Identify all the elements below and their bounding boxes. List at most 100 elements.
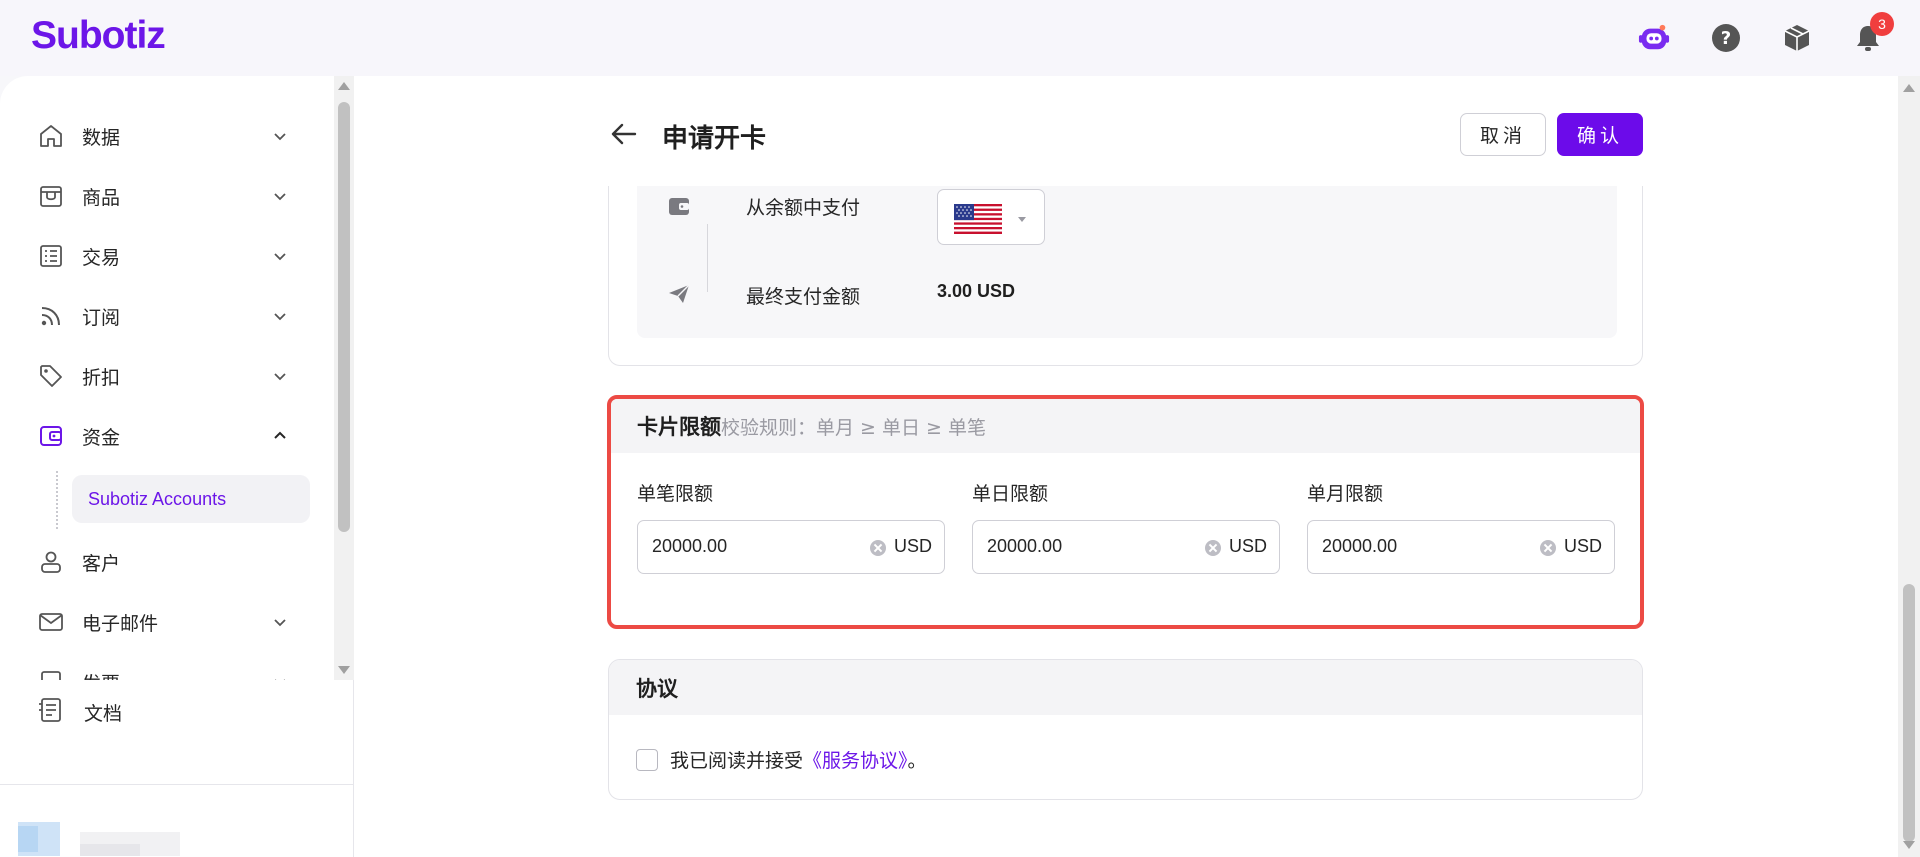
timeline-line [707,224,708,292]
sidebar-item-email[interactable]: 电子邮件 [36,596,306,648]
monthly-limit-input[interactable]: 20000.00 USD [1307,520,1615,574]
chevron-down-icon [274,253,286,261]
daily-limit-field: 单日限额 20000.00 USD [972,479,1280,574]
scrollbar-thumb[interactable] [338,102,350,532]
chevron-down-icon [274,373,286,381]
sidebar: 数据 商品 交易 订阅 折扣 资金 Subotiz Accounts 客户 电子… [0,76,354,857]
home-icon [36,121,66,151]
scroll-down-arrow-icon[interactable] [338,666,350,674]
per-transaction-limit-input[interactable]: 20000.00 USD [637,520,945,574]
currency-unit: USD [1564,536,1603,556]
payment-summary: 从余额中支付 最终支付金额 3.00 USD [637,186,1617,338]
clear-icon[interactable] [870,540,886,556]
card-limit-header: 卡片限额 校验规则：单月 ≥ 单日 ≥ 单笔 [611,399,1640,453]
sidebar-item-label: 电子邮件 [82,612,159,635]
sidebar-item-label: 折扣 [82,366,121,389]
scroll-down-arrow-icon[interactable] [1903,841,1915,849]
field-label: 单月限额 [1307,483,1384,505]
agreement-title: 协议 [609,660,1642,715]
back-arrow-icon[interactable] [608,118,640,150]
sidebar-item-label: 发票 [82,669,120,681]
user-icon [36,547,66,577]
page-title: 申请开卡 [662,124,767,154]
sidebar-item-data[interactable]: 数据 [36,110,306,162]
list-icon [36,241,66,271]
scrollbar-thumb[interactable] [1903,584,1915,842]
chevron-down-icon [274,133,286,141]
chevron-up-icon [274,431,286,439]
logo[interactable]: Subotiz [31,14,166,58]
validation-rule-text: 校验规则：单月 ≥ 单日 ≥ 单笔 [721,416,986,439]
clear-icon[interactable] [1540,540,1556,556]
sidebar-divider [0,784,354,785]
sidebar-item-invoices[interactable]: 发票 [36,656,306,680]
submenu-guide-line [56,471,58,529]
service-agreement-link[interactable]: 《服务协议》 [803,750,908,772]
field-label: 单笔限额 [637,483,714,505]
sidebar-item-docs[interactable]: 文档 [36,696,122,729]
chevron-down-icon [274,193,286,201]
package-icon[interactable] [1781,22,1813,54]
input-value[interactable]: 20000.00 [987,536,1062,557]
us-flag-icon [954,204,1002,234]
send-icon [667,282,691,306]
invoice-icon [36,667,66,680]
confirm-button[interactable]: 确认 [1557,113,1643,156]
card-limit-title: 卡片限额 [637,415,721,439]
scroll-up-arrow-icon[interactable] [1903,84,1915,92]
main-scrollbar[interactable] [1898,76,1920,857]
wallet-icon [667,194,691,218]
avatar[interactable] [18,796,213,856]
sidebar-item-label: 客户 [82,552,121,575]
sidebar-item-label: 文档 [84,703,123,725]
scroll-up-arrow-icon[interactable] [338,82,350,90]
cancel-button[interactable]: 取消 [1460,113,1546,156]
currency-select[interactable] [937,189,1045,245]
agreement-row: 我已阅读并接受《服务协议》。 [636,746,927,773]
store-icon [36,181,66,211]
sidebar-item-label: 商品 [82,186,121,209]
currency-unit: USD [894,536,933,556]
agreement-checkbox[interactable] [636,748,658,771]
card-limit-section: 卡片限额 校验规则：单月 ≥ 单日 ≥ 单笔 单笔限额 20000.00 USD… [607,395,1644,629]
sidebar-subitem-subotiz-accounts[interactable]: Subotiz Accounts [72,475,310,523]
sidebar-item-discounts[interactable]: 折扣 [36,350,306,402]
sidebar-item-transactions[interactable]: 交易 [36,230,306,282]
sidebar-item-subscriptions[interactable]: 订阅 [36,290,306,342]
daily-limit-input[interactable]: 20000.00 USD [972,520,1280,574]
svg-text:?: ? [1721,28,1731,49]
chevron-down-icon [274,313,286,321]
clear-icon[interactable] [1205,540,1221,556]
chevron-down-icon [274,619,286,627]
sidebar-nav: 数据 商品 交易 订阅 折扣 资金 Subotiz Accounts 客户 电子… [0,76,336,680]
monthly-limit-field: 单月限额 20000.00 USD [1307,479,1615,574]
top-bar: Subotiz ? 3 [0,0,1920,76]
input-value[interactable]: 20000.00 [1322,536,1397,557]
sidebar-scrollbar[interactable] [334,76,354,680]
field-label: 单日限额 [972,483,1049,505]
currency-unit: USD [1229,536,1268,556]
payment-card: 从余额中支付 最终支付金额 3.00 USD [608,186,1643,366]
sidebar-item-funds[interactable]: 资金 [36,410,306,462]
agreement-text-prefix: 我已阅读并接受 [670,750,804,772]
sidebar-item-label: 数据 [82,126,121,149]
help-icon[interactable]: ? [1710,22,1742,54]
final-amount-value: 3.00 USD [937,281,1016,301]
bell-icon[interactable]: 3 [1852,12,1894,54]
notification-badge: 3 [1870,12,1894,36]
pay-from-balance-label: 从余额中支付 [746,197,861,219]
agreement-text: 我已阅读并接受《服务协议》。 [670,746,927,773]
mail-icon [36,607,66,637]
sidebar-item-label: 资金 [82,426,121,449]
sidebar-item-label: 交易 [82,246,121,269]
sidebar-item-label: 订阅 [82,306,121,329]
sidebar-item-products[interactable]: 商品 [36,170,306,222]
input-value[interactable]: 20000.00 [652,536,727,557]
wallet-icon [36,421,66,451]
ai-assistant-icon[interactable] [1638,22,1670,54]
tag-icon [36,361,66,391]
sidebar-item-customers[interactable]: 客户 [36,536,306,588]
rss-icon [36,301,66,331]
final-amount-label: 最终支付金额 [746,286,861,308]
chevron-down-icon [1018,217,1026,222]
